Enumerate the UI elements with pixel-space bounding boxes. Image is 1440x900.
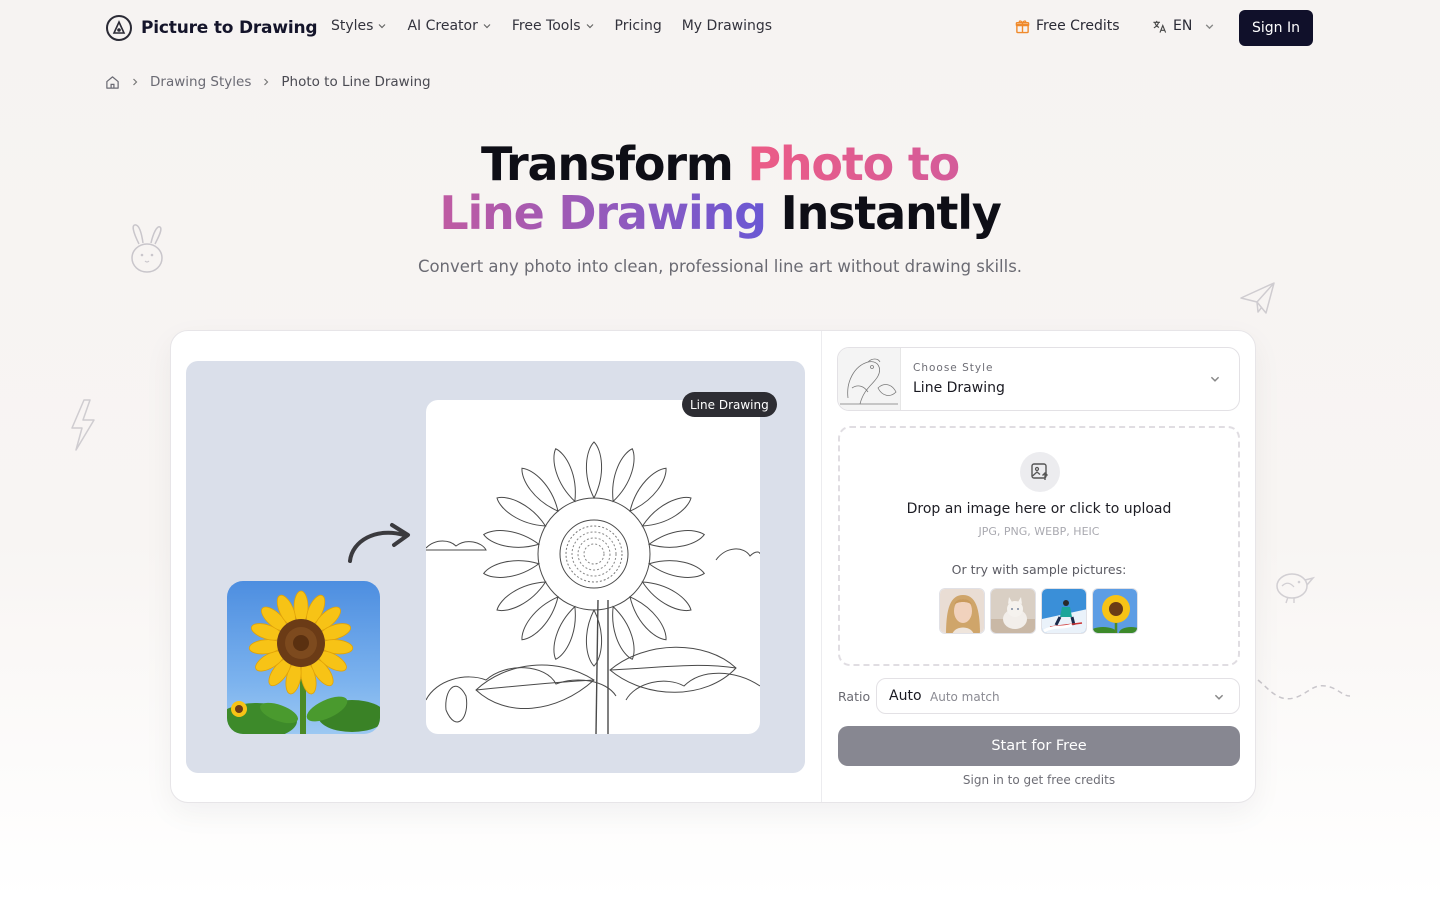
signin-note: Sign in to get free credits [962, 773, 1116, 787]
breadcrumb: Drawing Styles Photo to Line Drawing [105, 74, 431, 90]
sample-pictures [939, 588, 1138, 634]
logo-text: Picture to Drawing [141, 18, 318, 38]
bunny-doodle-icon [131, 224, 163, 273]
title-part1: Transform [480, 137, 748, 191]
page: Picture to Drawing Styles AI Creator Fre… [0, 0, 1440, 900]
page-subtitle: Convert any photo into clean, profession… [417, 257, 1023, 276]
converter-card: Line Drawing Choose Style Line Drawing D… [170, 330, 1256, 803]
language-selector[interactable]: EN [1152, 18, 1215, 34]
sample-sunflower[interactable] [1092, 588, 1138, 634]
before-after-preview: Line Drawing [186, 361, 805, 773]
chevron-right-icon [264, 78, 269, 86]
page-title: Transform Photo to Line Drawing Instantl… [0, 140, 1440, 238]
lightning-doodle-icon [71, 399, 95, 451]
style-tag: Line Drawing [682, 392, 777, 417]
upload-dropzone[interactable]: Drop an image here or click to upload JP… [838, 426, 1240, 666]
samples-label: Or try with sample pictures: [951, 562, 1127, 577]
title-highlight1: Photo to [747, 137, 960, 191]
main-nav: Styles AI Creator Free Tools Pricing My … [331, 18, 792, 34]
nav-styles[interactable]: Styles [331, 18, 387, 34]
sample-portrait-woman[interactable] [939, 588, 985, 634]
line-drawing-result [426, 400, 760, 734]
translate-icon [1153, 20, 1167, 33]
card-divider [821, 331, 822, 802]
breadcrumb-drawing-styles[interactable]: Drawing Styles [150, 74, 251, 90]
original-photo [227, 581, 380, 734]
upload-title: Drop an image here or click to upload [906, 501, 1172, 517]
breadcrumb-current: Photo to Line Drawing [281, 74, 431, 90]
sample-skier[interactable] [1041, 588, 1087, 634]
choose-style-dropdown[interactable]: Choose Style Line Drawing [837, 347, 1240, 411]
sample-cat[interactable] [990, 588, 1036, 634]
style-thumbnail [838, 348, 901, 410]
nav-pricing-label: Pricing [614, 18, 662, 34]
language-label: EN [1173, 18, 1193, 34]
chevron-down-icon [1210, 376, 1220, 382]
chevron-down-icon [1206, 23, 1214, 29]
nav-free-tools-label: Free Tools [511, 18, 581, 34]
ratio-value: Auto [889, 688, 922, 704]
free-credits-label: Free Credits [1036, 18, 1120, 34]
nav-my-drawings[interactable]: My Drawings [682, 18, 772, 34]
logo-link[interactable]: Picture to Drawing [106, 15, 318, 41]
bird-doodle-icon [1276, 573, 1316, 604]
gift-icon [1015, 19, 1030, 33]
chevron-down-icon [483, 24, 491, 29]
title-part2: Instantly [765, 186, 1002, 240]
chevron-down-icon [379, 24, 386, 29]
choose-style-caption: Choose Style [913, 362, 994, 374]
nav-styles-label: Styles [331, 18, 374, 34]
nav-my-drawings-label: My Drawings [681, 18, 773, 34]
choose-style-value: Line Drawing [913, 380, 1005, 396]
title-highlight2: Line Drawing [439, 186, 767, 240]
ratio-subtext: Auto match [930, 690, 1000, 704]
start-for-free-button[interactable]: Start for Free [838, 726, 1240, 766]
ratio-dropdown[interactable]: Auto Auto match [876, 678, 1240, 714]
chevron-right-icon [133, 78, 138, 86]
sign-in-button[interactable]: Sign In [1239, 10, 1313, 46]
chevron-down-icon [586, 24, 593, 29]
nav-free-tools[interactable]: Free Tools [512, 18, 595, 34]
curved-arrow-icon [348, 523, 410, 563]
free-credits-link[interactable]: Free Credits [1015, 18, 1120, 34]
paper-plane-doodle-icon [1240, 282, 1275, 314]
top-navbar: Picture to Drawing Styles AI Creator Fre… [0, 0, 1440, 56]
home-icon[interactable] [105, 75, 120, 90]
nav-ai-creator-label: AI Creator [407, 18, 478, 34]
chevron-down-icon [1214, 694, 1224, 700]
nav-pricing[interactable]: Pricing [615, 18, 662, 34]
dashed-squiggle-decoration [1257, 679, 1351, 700]
logo-icon [106, 15, 132, 41]
nav-ai-creator[interactable]: AI Creator [407, 18, 491, 34]
ratio-label: Ratio [838, 689, 871, 704]
upload-formats: JPG, PNG, WEBP, HEIC [978, 525, 1100, 538]
image-upload-icon [1020, 452, 1060, 492]
